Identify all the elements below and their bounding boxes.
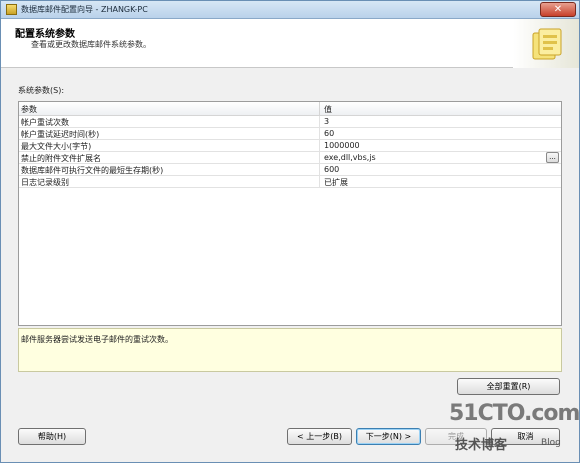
- cell-separator: [319, 116, 320, 128]
- param-value[interactable]: 已扩展: [324, 177, 348, 188]
- cell-separator: [319, 140, 320, 152]
- system-parameters-grid[interactable]: 参数 值 帐户重试次数 3 帐户重试延迟时间(秒) 60 最大文件大小(字节) …: [18, 101, 562, 326]
- watermark-site: 51CTO.com: [449, 401, 580, 426]
- param-value[interactable]: 1000000: [324, 141, 360, 150]
- param-value[interactable]: exe,dll,vbs,js: [324, 153, 376, 162]
- param-value[interactable]: 600: [324, 165, 339, 174]
- database-mail-icon: [6, 4, 17, 15]
- watermark-blog: Blog: [541, 438, 561, 448]
- site-watermark: 51CTO.com 技术博客 Blog: [449, 401, 580, 463]
- close-button[interactable]: ✕: [540, 2, 576, 17]
- grid-header: 参数 值: [19, 102, 561, 116]
- table-row[interactable]: 禁止的附件文件扩展名 exe,dll,vbs,js ...: [19, 152, 561, 164]
- param-name: 最大文件大小(字节): [21, 142, 92, 151]
- window-title: 数据库邮件配置向导 - ZHANGK-PC: [21, 5, 148, 14]
- page-subtitle: 查看或更改数据库邮件系统参数。: [31, 40, 151, 49]
- column-separator: [319, 102, 320, 116]
- param-value[interactable]: 3: [324, 117, 329, 126]
- cell-separator: [319, 176, 320, 188]
- param-name: 数据库邮件可执行文件的最短生存期(秒): [21, 166, 164, 175]
- reset-all-button[interactable]: 全部重置(R): [457, 378, 560, 395]
- column-header-parameter[interactable]: 参数: [21, 104, 37, 115]
- param-name: 帐户重试延迟时间(秒): [21, 130, 100, 139]
- param-value[interactable]: 60: [324, 129, 334, 138]
- parameter-description: 邮件服务器尝试发送电子邮件的重试次数。: [21, 335, 173, 344]
- title-bar: 数据库邮件配置向导 - ZHANGK-PC ✕: [1, 1, 579, 19]
- table-row[interactable]: 日志记录级别 已扩展: [19, 176, 561, 188]
- mail-wizard-logo-icon: [532, 28, 562, 60]
- param-name: 禁止的附件文件扩展名: [21, 154, 101, 163]
- cell-separator: [319, 128, 320, 140]
- system-parameters-label: 系统参数(S):: [18, 86, 65, 95]
- edit-extensions-button[interactable]: ...: [546, 152, 559, 163]
- watermark-tagline: 技术博客: [455, 438, 508, 453]
- param-name: 帐户重试次数: [21, 118, 69, 127]
- column-header-value[interactable]: 值: [324, 104, 332, 115]
- back-button[interactable]: < 上一步(B): [287, 428, 352, 445]
- wizard-header: 配置系统参数 查看或更改数据库邮件系统参数。: [1, 19, 579, 68]
- table-row[interactable]: 数据库邮件可执行文件的最短生存期(秒) 600: [19, 164, 561, 176]
- help-button[interactable]: 帮助(H): [18, 428, 86, 445]
- cell-separator: [319, 164, 320, 176]
- parameter-description-panel: 邮件服务器尝试发送电子邮件的重试次数。: [18, 328, 562, 372]
- page-title: 配置系统参数: [15, 29, 75, 40]
- table-row[interactable]: 最大文件大小(字节) 1000000: [19, 140, 561, 152]
- wizard-window: 数据库邮件配置向导 - ZHANGK-PC ✕ 配置系统参数 查看或更改数据库邮…: [0, 0, 580, 463]
- table-row[interactable]: 帐户重试次数 3: [19, 116, 561, 128]
- next-button[interactable]: 下一步(N) >: [356, 428, 421, 445]
- table-row[interactable]: 帐户重试延迟时间(秒) 60: [19, 128, 561, 140]
- param-name: 日志记录级别: [21, 178, 69, 187]
- cell-separator: [319, 152, 320, 164]
